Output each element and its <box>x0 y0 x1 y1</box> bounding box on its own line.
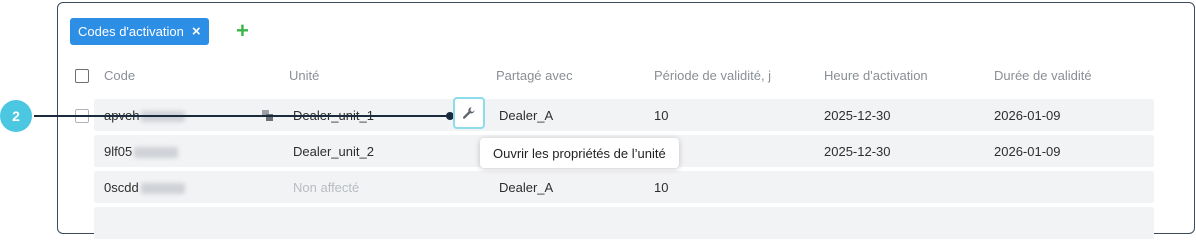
wrench-icon <box>462 107 475 119</box>
select-all-checkbox[interactable] <box>75 69 89 83</box>
shared-cell: Dealer_A <box>499 180 554 195</box>
code-cell: 0scdd <box>104 180 185 195</box>
tooltip: Ouvrir les propriétés de l’unité <box>480 138 679 168</box>
validity-cell: 2026-01-09 <box>994 144 1061 159</box>
unit-cell[interactable]: Dealer_unit_2 <box>293 144 374 159</box>
unit-properties-button[interactable] <box>453 97 485 129</box>
filter-chip-label: Codes d'activation <box>78 24 184 39</box>
activation-cell: 2025-12-30 <box>824 108 891 123</box>
code-blur <box>140 183 185 195</box>
period-cell: 10 <box>654 108 669 123</box>
filter-chip-activation-codes[interactable]: Codes d'activation × <box>70 18 209 45</box>
column-header-validity[interactable]: Durée de validité <box>994 68 1092 83</box>
callout-line <box>34 115 453 117</box>
activation-cell: 2025-12-30 <box>824 144 891 159</box>
column-header-unit[interactable]: Unité <box>289 68 319 83</box>
period-cell: 10 <box>654 180 669 195</box>
column-header-period[interactable]: Période de validité, j <box>654 68 771 83</box>
unit-cell: Non affecté <box>293 180 360 195</box>
validity-cell: 2026-01-09 <box>994 108 1061 123</box>
shared-cell: Dealer_A <box>499 108 554 123</box>
column-header-code[interactable]: Code <box>104 68 135 83</box>
code-text: 0scdd <box>104 180 139 195</box>
code-blur <box>134 147 179 159</box>
code-cell: 9lf05 <box>104 144 179 159</box>
table-row[interactable] <box>94 207 1154 239</box>
column-header-shared[interactable]: Partagé avec <box>496 68 573 83</box>
close-icon[interactable]: × <box>192 24 201 39</box>
code-text: 9lf05 <box>104 144 133 159</box>
plus-icon[interactable]: + <box>236 20 249 42</box>
column-header-activation[interactable]: Heure d'activation <box>824 68 928 83</box>
callout-badge: 2 <box>0 100 32 132</box>
table-row[interactable] <box>94 171 1154 203</box>
